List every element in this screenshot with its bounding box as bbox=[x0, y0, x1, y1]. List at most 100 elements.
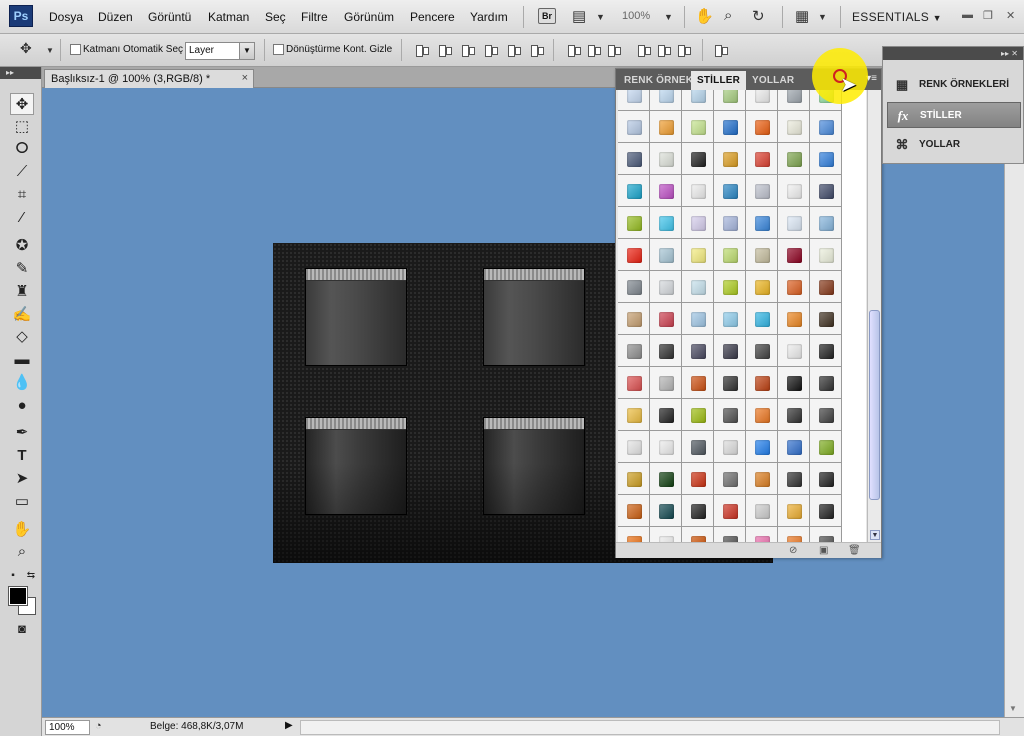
tools-panel-collapse-icon[interactable]: ▸▸ bbox=[0, 67, 41, 79]
zoom-field[interactable]: 100% bbox=[45, 720, 90, 735]
style-swatch[interactable] bbox=[650, 271, 682, 303]
style-swatch[interactable] bbox=[682, 399, 714, 431]
style-swatch[interactable] bbox=[714, 303, 746, 335]
style-swatch[interactable] bbox=[746, 495, 778, 527]
menu-gorunum[interactable]: Görünüm bbox=[344, 10, 394, 24]
distribute-left-icon[interactable] bbox=[636, 43, 651, 57]
menu-katman[interactable]: Katman bbox=[208, 10, 249, 24]
style-swatch[interactable] bbox=[746, 431, 778, 463]
status-info-icon[interactable]: ◔ bbox=[95, 720, 102, 732]
style-swatch[interactable] bbox=[682, 335, 714, 367]
style-swatch[interactable] bbox=[778, 399, 810, 431]
style-swatch[interactable] bbox=[714, 431, 746, 463]
style-swatch[interactable] bbox=[714, 207, 746, 239]
minimize-icon[interactable]: ▬ bbox=[962, 9, 973, 21]
bridge-button[interactable]: Br bbox=[538, 8, 556, 24]
style-swatch[interactable] bbox=[810, 303, 842, 335]
style-swatch[interactable] bbox=[810, 207, 842, 239]
chevron-down-icon[interactable]: ▼ bbox=[664, 12, 673, 22]
style-swatch[interactable] bbox=[618, 399, 650, 431]
clear-style-icon[interactable]: ⊘ bbox=[789, 545, 797, 556]
style-swatch[interactable] bbox=[714, 175, 746, 207]
style-swatch[interactable] bbox=[746, 111, 778, 143]
zoom-icon[interactable]: ⌕ bbox=[724, 7, 732, 24]
style-swatch[interactable] bbox=[650, 335, 682, 367]
dock-expand-icon[interactable]: ▸▸ ✕ bbox=[883, 47, 1023, 60]
menu-goruntu[interactable]: Görüntü bbox=[148, 10, 191, 24]
shape-tool-icon[interactable]: ▭ bbox=[10, 491, 34, 513]
style-swatch[interactable] bbox=[650, 399, 682, 431]
style-swatch[interactable] bbox=[618, 90, 650, 111]
style-swatch[interactable] bbox=[810, 463, 842, 495]
quick-mask-icon[interactable]: ◙ bbox=[10, 618, 34, 640]
chevron-down-icon[interactable]: ▼ bbox=[818, 12, 827, 22]
menu-filtre[interactable]: Filtre bbox=[301, 10, 328, 24]
style-swatch[interactable] bbox=[618, 303, 650, 335]
photoshop-logo[interactable]: Ps bbox=[9, 5, 33, 27]
style-swatch[interactable] bbox=[746, 303, 778, 335]
crop-tool-icon[interactable]: ⌗ bbox=[10, 184, 34, 206]
type-tool-icon[interactable]: T bbox=[10, 445, 34, 467]
tab-styles[interactable]: STİLLER bbox=[691, 71, 747, 90]
style-swatch[interactable] bbox=[650, 90, 682, 111]
dodge-tool-icon[interactable]: ● bbox=[10, 395, 34, 417]
style-swatch[interactable] bbox=[778, 207, 810, 239]
style-swatch[interactable] bbox=[746, 90, 778, 111]
dock-item-swatches[interactable]: ▦ RENK ÖRNEKLERİ bbox=[887, 72, 1021, 98]
new-style-icon[interactable]: ▣ bbox=[819, 545, 828, 556]
style-swatch[interactable] bbox=[778, 431, 810, 463]
align-left-icon[interactable] bbox=[483, 43, 498, 57]
rotate-view-icon[interactable]: ↻ bbox=[752, 7, 765, 25]
style-swatch[interactable] bbox=[618, 431, 650, 463]
status-menu-arrow-icon[interactable]: ▶ bbox=[285, 720, 293, 731]
style-swatch[interactable] bbox=[810, 431, 842, 463]
style-swatch[interactable] bbox=[778, 175, 810, 207]
distribute-vertical-center-icon[interactable] bbox=[586, 43, 601, 57]
style-swatch[interactable] bbox=[746, 143, 778, 175]
restore-icon[interactable]: ❐ bbox=[983, 9, 993, 22]
style-swatch[interactable] bbox=[650, 303, 682, 335]
style-swatch[interactable] bbox=[778, 463, 810, 495]
style-swatch[interactable] bbox=[650, 495, 682, 527]
trash-icon[interactable]: 🗑 bbox=[848, 545, 861, 556]
zoom-tool-icon[interactable]: ⌕ bbox=[10, 541, 34, 563]
style-swatch[interactable] bbox=[810, 367, 842, 399]
style-swatch[interactable] bbox=[778, 335, 810, 367]
style-swatch[interactable] bbox=[650, 463, 682, 495]
align-bottom-icon[interactable] bbox=[460, 43, 475, 57]
path-selection-tool-icon[interactable]: ➤ bbox=[10, 468, 34, 490]
style-swatch[interactable] bbox=[618, 367, 650, 399]
align-top-icon[interactable] bbox=[414, 43, 429, 57]
style-swatch[interactable] bbox=[714, 271, 746, 303]
distribute-top-icon[interactable] bbox=[566, 43, 581, 57]
style-swatch[interactable] bbox=[618, 271, 650, 303]
styles-panel-scrollbar[interactable]: ▼ bbox=[867, 90, 881, 542]
scroll-down-icon[interactable]: ▼ bbox=[870, 530, 880, 540]
magic-wand-tool-icon[interactable]: ⟋ bbox=[10, 161, 34, 183]
distribute-horizontal-center-icon[interactable] bbox=[656, 43, 671, 57]
canvas-vertical-scrollbar[interactable]: ▲ ▼ bbox=[1004, 88, 1024, 717]
style-swatch[interactable] bbox=[778, 367, 810, 399]
menu-yardim[interactable]: Yardım bbox=[470, 10, 508, 24]
style-swatch[interactable] bbox=[714, 111, 746, 143]
menu-duzen[interactable]: Düzen bbox=[98, 10, 133, 24]
style-swatch[interactable] bbox=[714, 367, 746, 399]
style-swatch[interactable] bbox=[682, 527, 714, 542]
style-swatch[interactable] bbox=[714, 335, 746, 367]
style-swatch[interactable] bbox=[778, 90, 810, 111]
workspace-switcher[interactable]: ESSENTIALS ▼ bbox=[852, 10, 942, 24]
menu-sec[interactable]: Seç bbox=[265, 10, 286, 24]
move-tool-preset-icon[interactable]: ✥ bbox=[20, 40, 32, 57]
pen-tool-icon[interactable]: ✒ bbox=[10, 422, 34, 444]
style-swatch[interactable] bbox=[778, 143, 810, 175]
clone-stamp-tool-icon[interactable]: ♜ bbox=[10, 281, 34, 303]
blur-tool-icon[interactable]: 💧 bbox=[10, 372, 34, 394]
style-swatch[interactable] bbox=[682, 431, 714, 463]
style-swatch[interactable] bbox=[682, 367, 714, 399]
distribute-bottom-icon[interactable] bbox=[606, 43, 621, 57]
auto-align-layers-icon[interactable] bbox=[713, 43, 728, 57]
style-swatch[interactable] bbox=[746, 367, 778, 399]
scroll-down-icon[interactable]: ▼ bbox=[1009, 704, 1017, 713]
eraser-tool-icon[interactable]: ◇ bbox=[10, 326, 34, 348]
style-swatch[interactable] bbox=[714, 463, 746, 495]
